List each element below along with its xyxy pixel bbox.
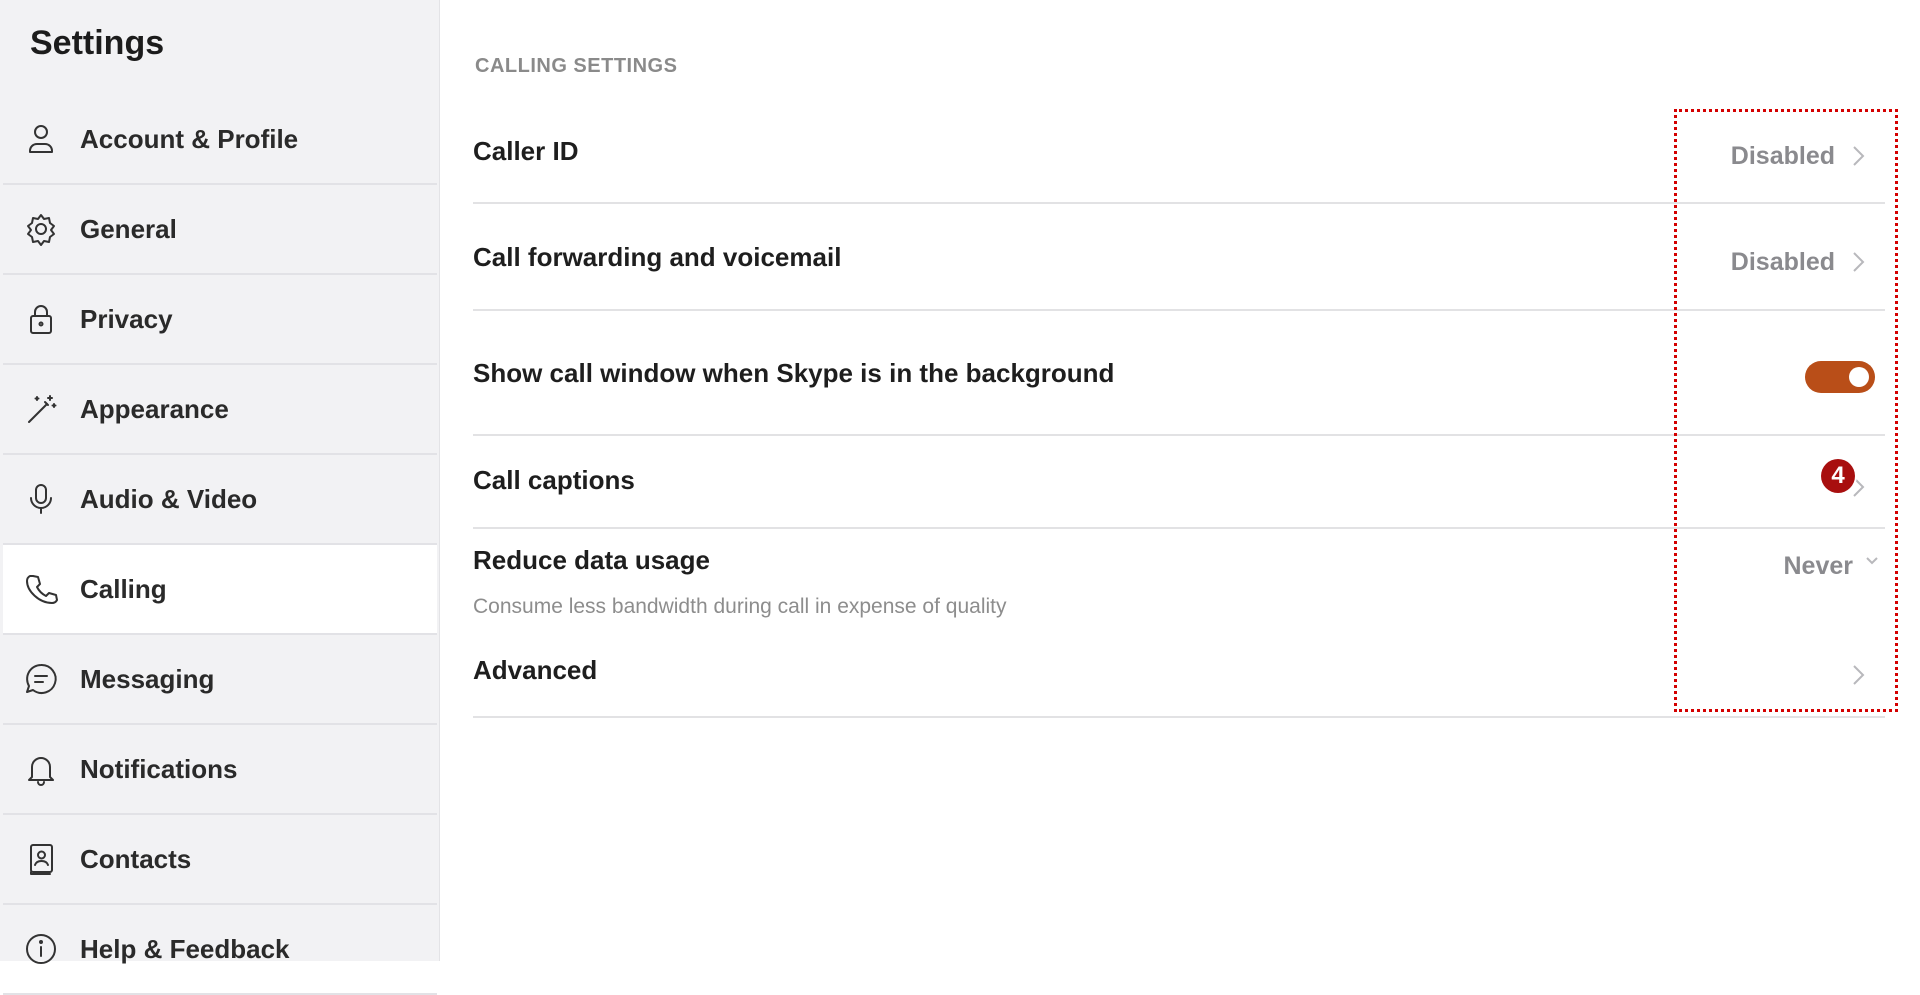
sidebar-item-label: Help & Feedback [80,933,290,964]
section-title: CALLING SETTINGS [475,55,678,77]
user-icon [23,121,59,157]
lock-icon [23,301,59,337]
sidebar-item-label: Privacy [80,303,173,334]
sidebar-item-label: Audio & Video [80,483,258,514]
settings-nav: Account & Profile General Privacy Appear… [3,95,437,995]
gear-icon [23,211,59,247]
reduce-data-label: Reduce data usage [473,545,710,575]
sidebar-item-help-feedback[interactable]: Help & Feedback [3,905,437,995]
sidebar-item-general[interactable]: General [3,185,437,275]
sidebar-item-label: Calling [80,573,167,604]
call-forwarding-label: Call forwarding and voicemail [473,242,842,272]
sidebar-item-label: Messaging [80,663,215,694]
sidebar-item-label: General [80,213,177,244]
sidebar-item-appearance[interactable]: Appearance [3,365,437,455]
sidebar-item-privacy[interactable]: Privacy [3,275,437,365]
sidebar-item-contacts[interactable]: Contacts [3,815,437,905]
sidebar-item-notifications[interactable]: Notifications [3,725,437,815]
sidebar-item-account-profile[interactable]: Account & Profile [3,95,437,185]
info-icon [23,931,59,967]
magic-wand-icon [23,391,59,427]
sidebar-item-label: Account & Profile [80,123,299,154]
sidebar-item-audio-video[interactable]: Audio & Video [3,455,437,545]
divider [473,716,1885,718]
reduce-data-description: Consume less bandwidth during call in ex… [473,595,1007,618]
sidebar-item-messaging[interactable]: Messaging [3,635,437,725]
phone-icon [23,571,59,607]
sidebar-item-label: Appearance [80,393,229,424]
caller-id-label: Caller ID [473,136,579,166]
sidebar-item-label: Contacts [80,843,192,874]
chat-icon [23,661,59,697]
annotation-number-badge: 4 [1821,459,1855,493]
settings-sidebar: Settings Account & Profile General Priva… [0,0,440,995]
call-captions-label: Call captions [473,465,635,495]
bell-icon [23,751,59,787]
annotation-highlight-box [1674,109,1898,712]
sidebar-item-label: Notifications [80,753,238,784]
microphone-icon [23,481,59,517]
show-call-window-label: Show call window when Skype is in the ba… [473,358,1115,388]
contact-book-icon [23,841,59,877]
sidebar-item-calling[interactable]: Calling [3,545,437,635]
sidebar-title: Settings [30,24,165,62]
advanced-label: Advanced [473,655,598,685]
